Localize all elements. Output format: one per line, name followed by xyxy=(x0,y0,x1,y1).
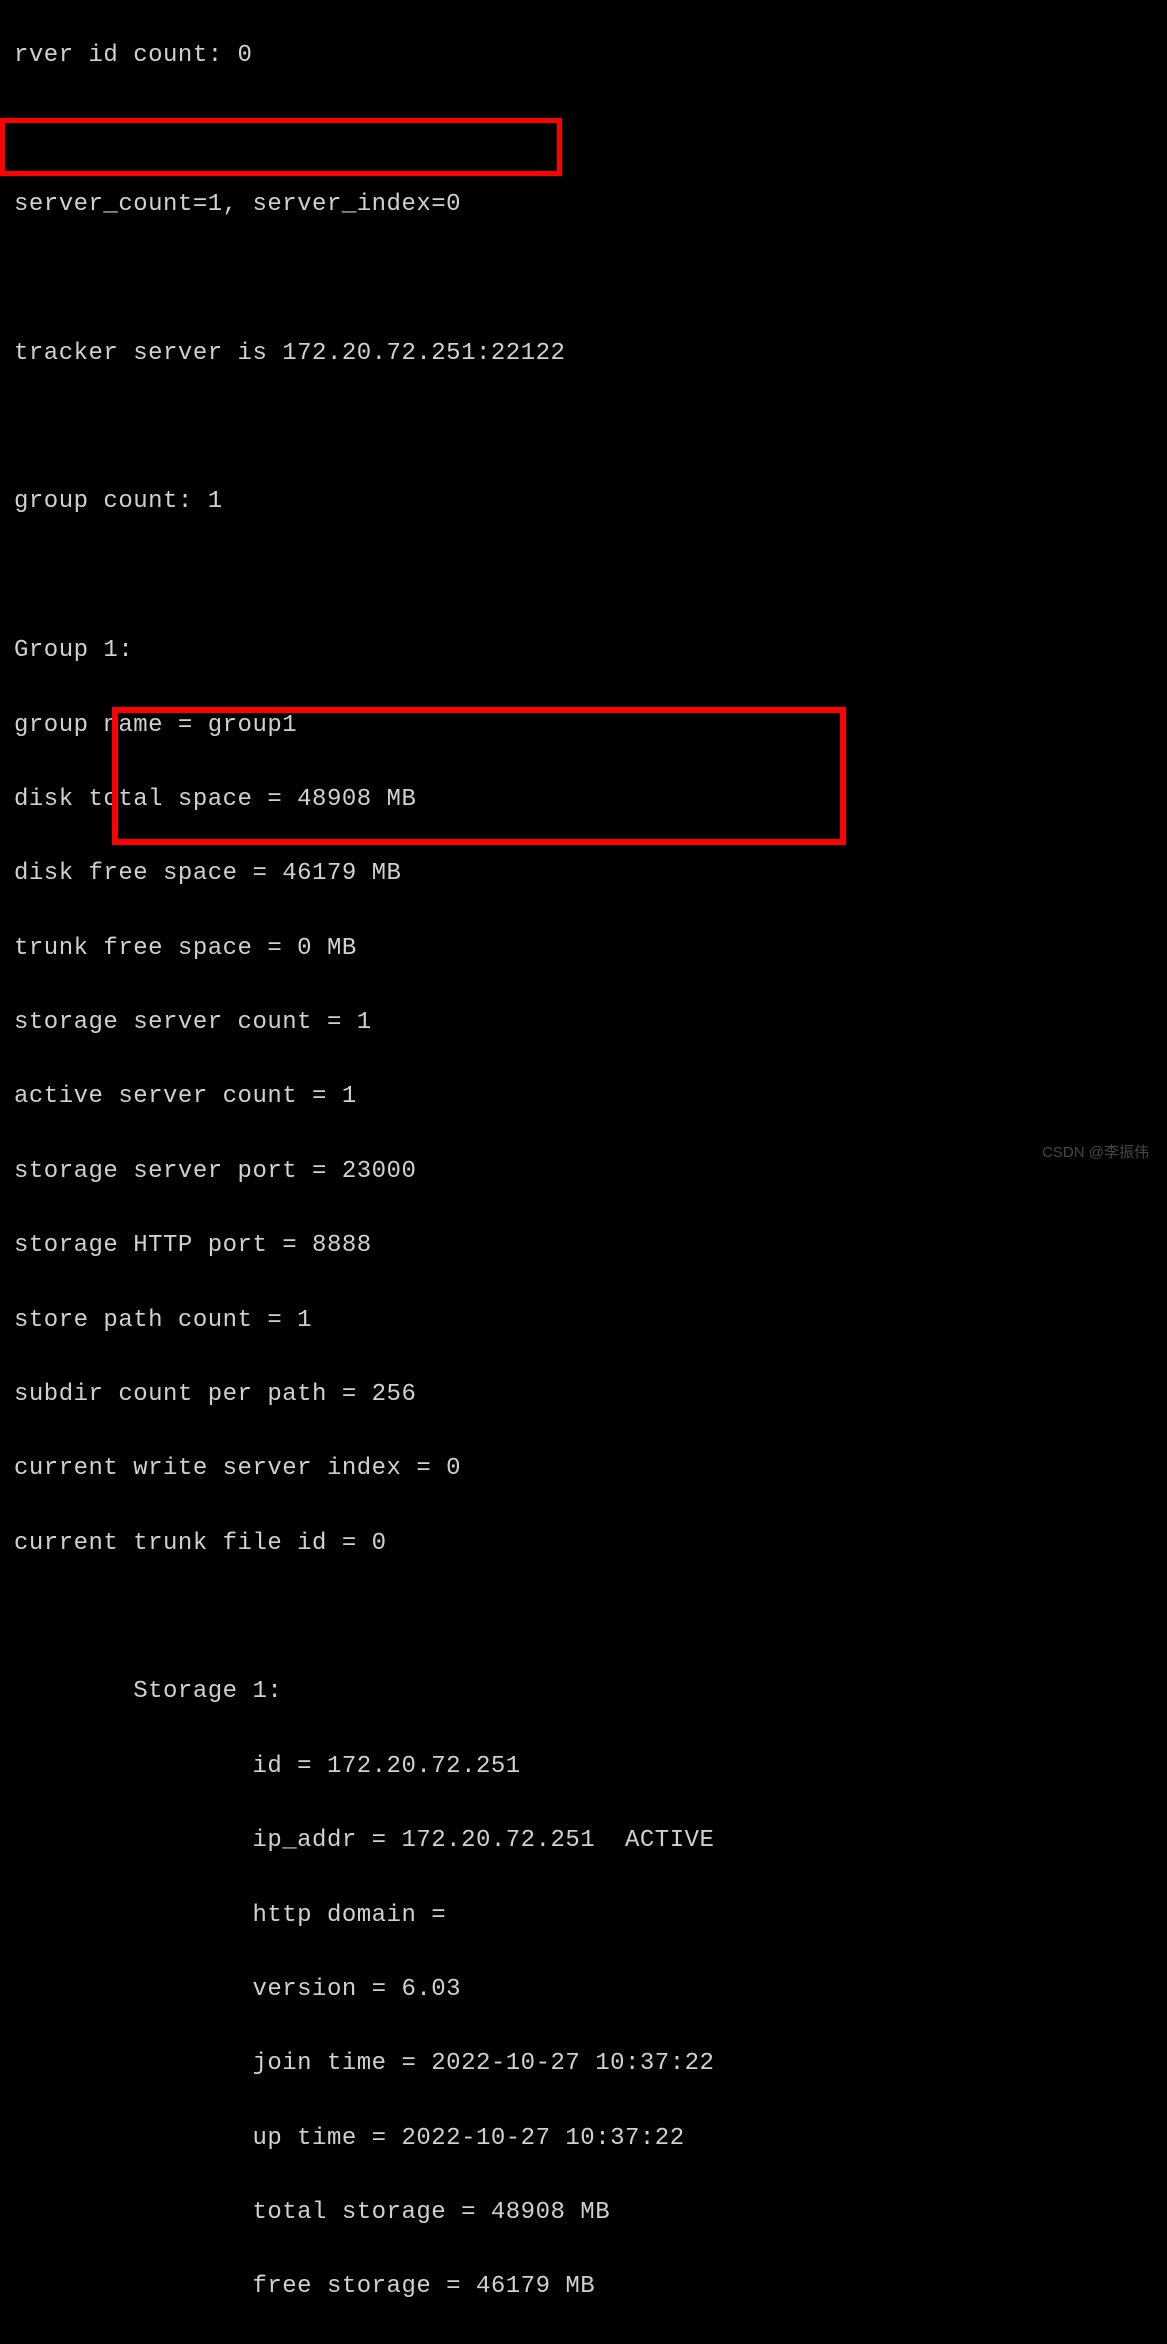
storage-header-line: Storage 1: xyxy=(14,1673,1167,1710)
output-line: join time = 2022-10-27 10:37:22 xyxy=(14,2045,1167,2082)
group-header-line: Group 1: xyxy=(14,632,1167,669)
output-line: storage HTTP port = 8888 xyxy=(14,1227,1167,1264)
output-line: current write server index = 0 xyxy=(14,1450,1167,1487)
output-line: upload priority = 10 xyxy=(14,2343,1167,2344)
blank-line xyxy=(14,112,1167,149)
blank-line xyxy=(14,409,1167,446)
output-line: up time = 2022-10-27 10:37:22 xyxy=(14,2120,1167,2157)
blank-line xyxy=(14,260,1167,297)
output-line: storage server port = 23000 xyxy=(14,1153,1167,1190)
blank-line xyxy=(14,1599,1167,1636)
output-line: free storage = 46179 MB xyxy=(14,2268,1167,2305)
output-line: disk total space = 48908 MB xyxy=(14,781,1167,818)
output-line: disk free space = 46179 MB xyxy=(14,855,1167,892)
output-line: version = 6.03 xyxy=(14,1971,1167,2008)
output-line: trunk free space = 0 MB xyxy=(14,930,1167,967)
output-line: subdir count per path = 256 xyxy=(14,1376,1167,1413)
tracker-server-line: tracker server is 172.20.72.251:22122 xyxy=(14,335,1167,372)
output-line: storage server count = 1 xyxy=(14,1004,1167,1041)
output-line: group name = group1 xyxy=(14,707,1167,744)
terminal-output: rver id count: 0 server_count=1, server_… xyxy=(0,0,1167,2344)
storage-ip-line: ip_addr = 172.20.72.251 ACTIVE xyxy=(14,1822,1167,1859)
output-line: server_count=1, server_index=0 xyxy=(14,186,1167,223)
output-line: http domain = xyxy=(14,1897,1167,1934)
storage-id-line: id = 172.20.72.251 xyxy=(14,1748,1167,1785)
output-line: total storage = 48908 MB xyxy=(14,2194,1167,2231)
blank-line xyxy=(14,558,1167,595)
output-line: store path count = 1 xyxy=(14,1302,1167,1339)
output-line: current trunk file id = 0 xyxy=(14,1525,1167,1562)
output-line: group count: 1 xyxy=(14,483,1167,520)
output-line: active server count = 1 xyxy=(14,1078,1167,1115)
watermark-text: CSDN @李振伟 xyxy=(1042,1141,1149,1164)
output-line: rver id count: 0 xyxy=(14,37,1167,74)
